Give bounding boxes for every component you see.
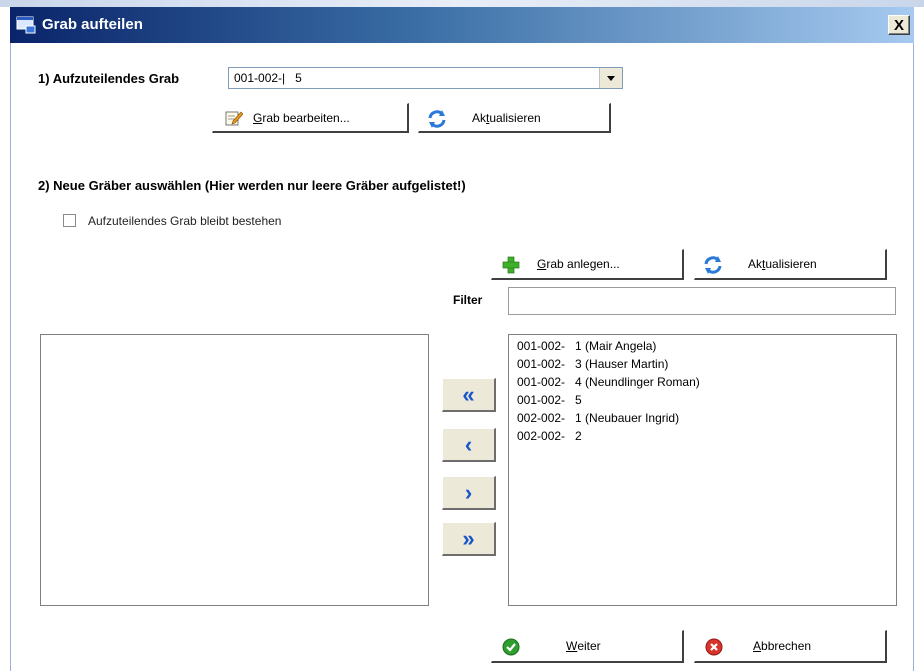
list-item[interactable]: 001-002- 4 (Neundlinger Roman) [517,373,896,391]
filter-label: Filter [453,293,483,307]
chevron-right-icon: › [464,479,473,505]
available-graves-list[interactable]: 001-002- 1 (Mair Angela) 001-002- 3 (Hau… [508,334,897,606]
chevron-left-icon: ‹ [464,431,473,457]
keep-grab-checkbox-label[interactable]: Aufzuteilendes Grab bleibt bestehen [88,214,281,228]
list-item[interactable]: 001-002- 3 (Hauser Martin) [517,355,896,373]
move-left-button[interactable]: ‹ [442,428,496,462]
double-chevron-left-icon: « [462,381,475,407]
refresh-button-list[interactable]: Ak t ualisieren [694,249,887,280]
close-icon: X [893,17,904,34]
close-button[interactable]: X [888,15,910,35]
list-item[interactable]: 001-002- 5 [517,391,896,409]
grab-combobox-value: 001-002-| 5 [234,71,302,85]
move-all-left-button[interactable]: « [442,378,496,412]
window-title: Grab aufteilen [42,16,143,33]
title-bar[interactable]: Grab aufteilen X [10,7,914,43]
add-grab-button[interactable]: Grab anlegen... [491,249,684,280]
double-chevron-right-icon: » [462,525,475,551]
cancel-icon [705,638,723,656]
edit-grab-label: rab bearbeiten... [262,110,350,125]
keep-grab-checkbox[interactable] [63,214,76,227]
move-right-button[interactable]: › [442,476,496,510]
add-grab-label: rab anlegen... [546,257,620,271]
move-all-right-button[interactable]: » [442,522,496,556]
plus-icon [502,256,520,274]
section1-label: 1) Aufzuteilendes Grab [38,71,180,86]
chevron-down-icon [607,76,615,81]
background-strip [0,0,924,7]
edit-grab-button[interactable]: Grab bearbeiten... [212,103,409,133]
selected-graves-list[interactable] [40,334,429,606]
section2-label: 2) Neue Gräber auswählen (Hier werden nu… [38,178,466,193]
refresh-button-top[interactable]: Ak t ualisieren [418,103,611,133]
cancel-label: bbrechen [761,639,812,653]
refresh-icon [704,256,722,274]
next-button[interactable]: Weiter [491,630,684,663]
grab-combobox[interactable]: 001-002-| 5 [228,67,623,89]
window-icon [16,16,36,34]
check-icon [502,638,520,656]
cancel-button[interactable]: Abbrechen [694,630,887,663]
combobox-dropdown-button[interactable] [599,68,622,88]
list-item[interactable]: 002-002- 1 (Neubauer Ingrid) [517,409,896,427]
list-item[interactable]: 001-002- 1 (Mair Angela) [517,337,896,355]
refresh-icon [428,110,446,128]
edit-pencil-icon [225,111,243,126]
list-item[interactable]: 002-002- 2 [517,427,896,445]
next-label: eiter [577,639,601,653]
filter-input[interactable] [508,287,896,315]
